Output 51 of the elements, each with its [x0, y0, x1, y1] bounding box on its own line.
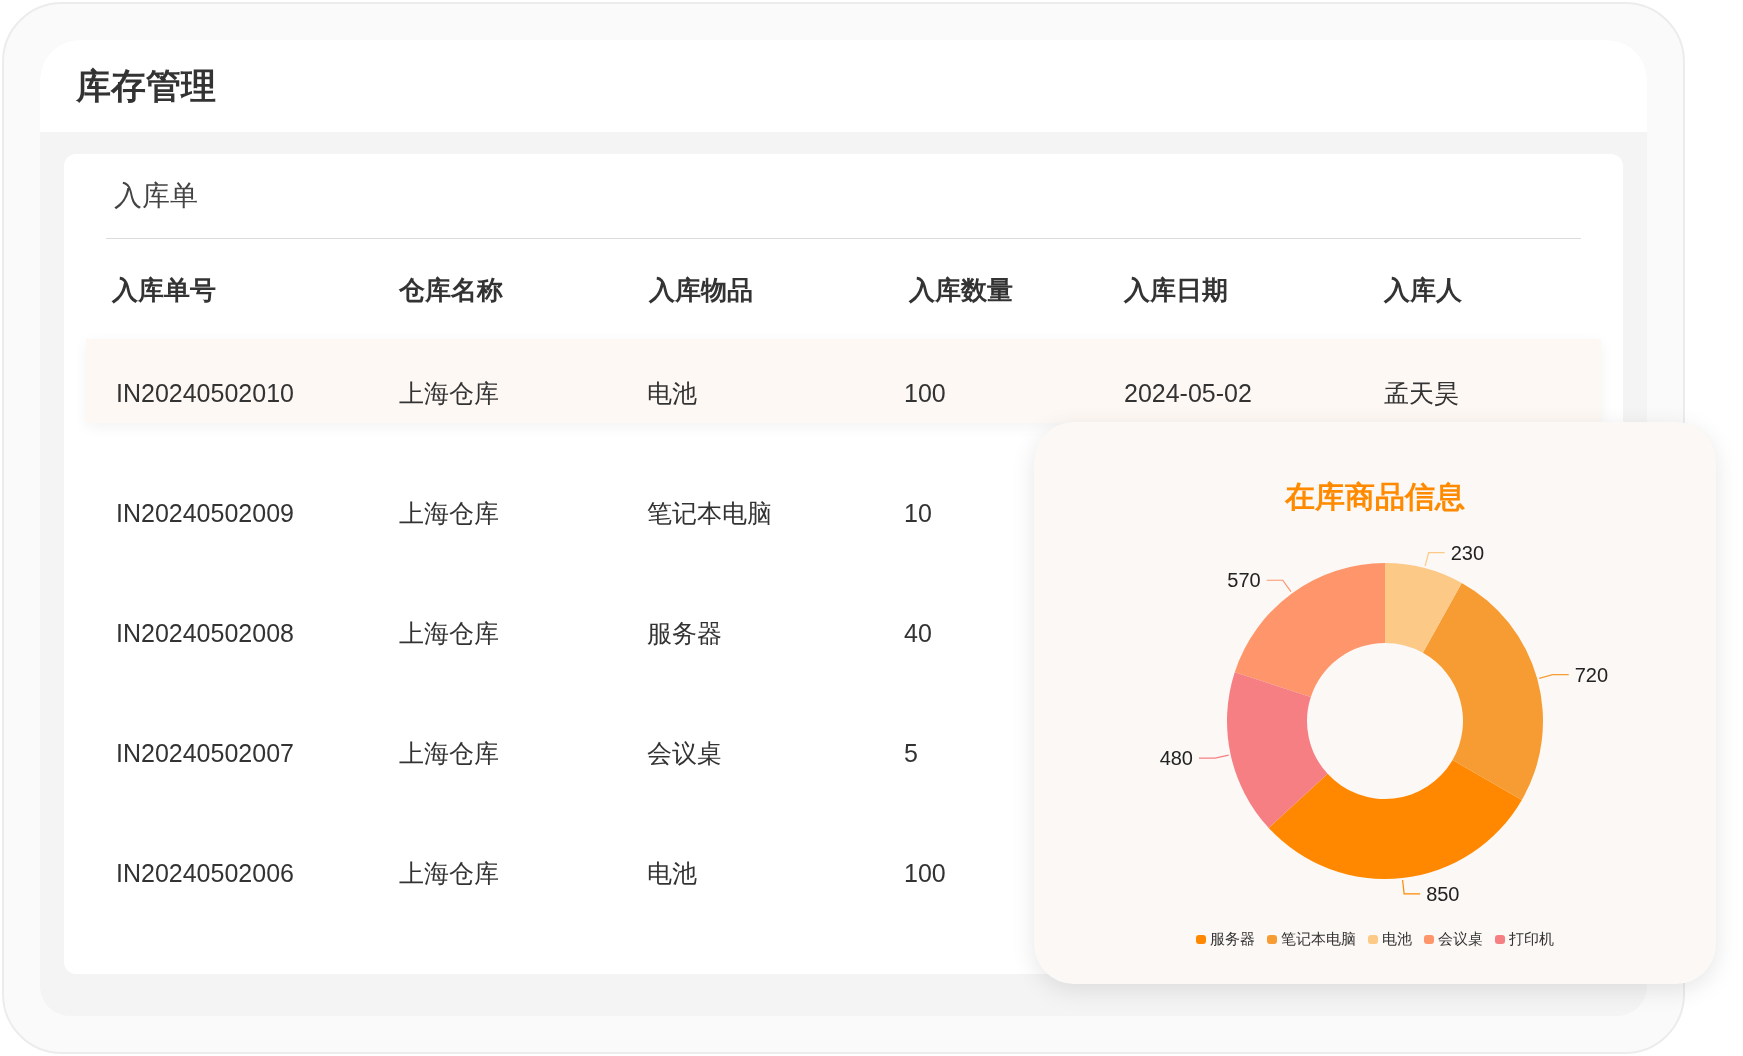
table-cell-text: 上海仓库 [399, 738, 499, 769]
table-cell-text: 100 [904, 378, 946, 409]
table-cell-text: IN20240502007 [116, 738, 294, 769]
leader-line [1424, 551, 1446, 567]
chart-title: 在库商品信息 [1285, 479, 1465, 515]
column-header: 入库物品 [649, 274, 753, 307]
table-cell-text: 上海仓库 [399, 498, 499, 529]
table-row[interactable]: IN20240502008 上海仓库 服务器 40 [86, 579, 1026, 663]
table-cell-text: IN20240502010 [116, 378, 294, 409]
table-cell-text: IN20240502009 [116, 498, 294, 529]
table-row[interactable]: IN20240502007 上海仓库 会议桌 5 [86, 699, 1026, 783]
table-cell-text: 5 [904, 738, 918, 769]
table-cell-text: 电池 [647, 858, 697, 889]
column-header: 仓库名称 [399, 274, 503, 307]
table-row[interactable]: IN20240502010 上海仓库 电池 100 2024-05-02 孟天昊 [86, 339, 1601, 423]
data-label: 480 [1159, 747, 1193, 770]
column-header: 入库日期 [1124, 274, 1228, 307]
table-cell-text: 孟天昊 [1384, 378, 1459, 409]
leader-line [1266, 579, 1292, 593]
leader-line [1402, 879, 1421, 895]
table-cell-text: 上海仓库 [399, 378, 499, 409]
table-cell-text: 2024-05-02 [1124, 378, 1252, 409]
legend-label[interactable]: 电池 [1382, 928, 1412, 951]
legend-label[interactable]: 会议桌 [1438, 928, 1483, 951]
table-row[interactable]: IN20240502009 上海仓库 笔记本电脑 10 [86, 459, 1026, 543]
data-label: 850 [1426, 882, 1460, 905]
table-cell-text: 100 [904, 858, 946, 889]
table-cell-text: IN20240502008 [116, 618, 294, 649]
table-cell-text: 40 [904, 618, 932, 649]
table-cell-text: 笔记本电脑 [647, 498, 772, 529]
column-header: 入库人 [1384, 274, 1462, 307]
column-header: 入库数量 [909, 274, 1013, 307]
data-label: 230 [1450, 541, 1484, 564]
page-title: 库存管理 [76, 64, 216, 107]
legend-label[interactable]: 笔记本电脑 [1281, 928, 1356, 951]
table-cell-text: 上海仓库 [399, 618, 499, 649]
table-cell-text: IN20240502006 [116, 858, 294, 889]
table-cell-text: 电池 [647, 378, 697, 409]
data-label: 570 [1227, 569, 1261, 592]
leader-line [1198, 754, 1230, 759]
legend-label[interactable]: 服务器 [1210, 928, 1255, 951]
table-cell-text: 10 [904, 498, 932, 529]
table-row[interactable]: IN20240502006 上海仓库 电池 100 [86, 819, 1026, 903]
leader-line [1538, 674, 1570, 679]
table-cell-text: 上海仓库 [399, 858, 499, 889]
table-cell-text: 会议桌 [647, 738, 722, 769]
section-title: 入库单 [114, 179, 198, 213]
column-header: 入库单号 [112, 274, 216, 307]
table-cell-text: 服务器 [647, 618, 722, 649]
data-label: 720 [1574, 663, 1609, 686]
legend-label[interactable]: 打印机 [1509, 928, 1554, 951]
